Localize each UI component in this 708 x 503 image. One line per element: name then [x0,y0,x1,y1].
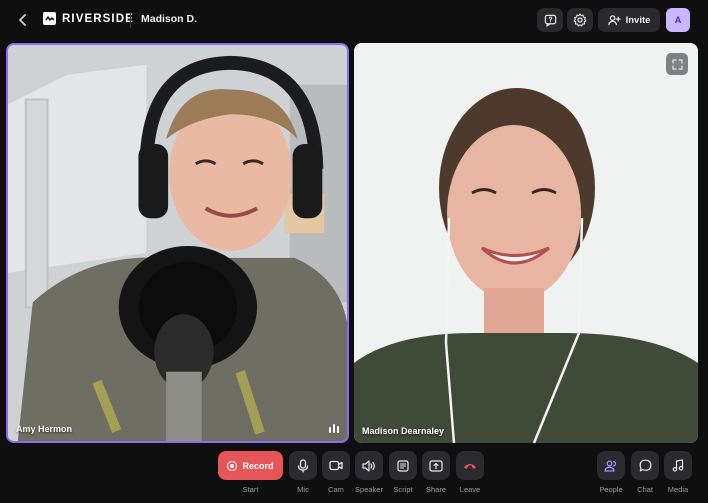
start-label: Start [242,485,259,494]
video-tile-amy[interactable]: Amy Hermon [6,43,349,443]
message-question-icon [544,14,556,27]
record-label: Record [242,460,274,471]
top-bar: RIVERSIDE Madison D. Invite A [0,0,708,40]
media-control: Media [664,451,692,494]
video-tile-madison[interactable]: Madison Dearnaley [354,43,698,443]
share-screen-icon [429,459,443,472]
chevron-left-icon[interactable] [14,11,32,29]
media-label: Media [667,485,689,494]
riverside-logo[interactable]: RIVERSIDE [43,12,134,25]
speaker-label: Speaker [355,485,383,494]
hang-up-icon [464,463,476,469]
brand-name: RIVERSIDE [62,12,134,25]
audio-level-icon [329,424,339,433]
script-icon [397,459,409,472]
user-avatar[interactable]: A [666,8,690,32]
mic-button[interactable] [289,451,317,480]
chat-button[interactable] [631,451,659,480]
leave-control: Leave [456,451,484,494]
leave-button[interactable] [456,451,484,480]
participant-video-madison [354,43,698,443]
record-button[interactable]: Record [218,451,283,480]
share-button[interactable] [422,451,450,480]
people-button[interactable] [597,451,625,480]
help-button[interactable] [537,8,563,32]
people-control: People [597,451,625,494]
riverside-logo-icon [43,12,56,25]
chat-label: Chat [637,485,653,494]
cam-label: Cam [328,485,344,494]
camera-icon [329,460,343,471]
script-label: Script [393,485,413,494]
cam-control: Cam [322,451,350,494]
music-note-icon [672,459,684,472]
mic-control: Mic [289,451,317,494]
participant-name-amy: Amy Hermon [16,424,73,434]
header-divider [130,12,131,28]
share-label: Share [425,485,446,494]
gear-icon [573,13,587,27]
fullscreen-icon [671,58,683,70]
participant-video-amy [8,45,347,441]
add-user-icon [607,15,621,26]
fullscreen-button[interactable] [666,53,688,75]
chat-bubble-icon [639,459,651,472]
invite-label: Invite [625,14,651,26]
cam-button[interactable] [322,451,350,480]
people-icon [604,460,617,472]
participant-name-madison: Madison Dearnaley [362,426,445,436]
invite-button[interactable]: Invite [598,8,660,32]
microphone-icon [297,458,309,473]
leave-label: Leave [459,485,481,494]
speaker-control: Speaker [355,451,383,494]
session-name: Madison D. [141,13,198,25]
script-control: Script [389,451,417,494]
speaker-button[interactable] [355,451,383,480]
chat-control: Chat [631,451,659,494]
mic-label: Mic [297,485,309,494]
share-control: Share [422,451,450,494]
record-control: Record Start [218,451,283,494]
speaker-icon [362,459,375,472]
settings-button[interactable] [567,8,593,32]
record-icon [227,460,238,471]
media-button[interactable] [664,451,692,480]
script-button[interactable] [389,451,417,480]
people-label: People [599,485,623,494]
control-bar: Record Start Mic Cam Speaker Script Shar… [0,447,708,503]
